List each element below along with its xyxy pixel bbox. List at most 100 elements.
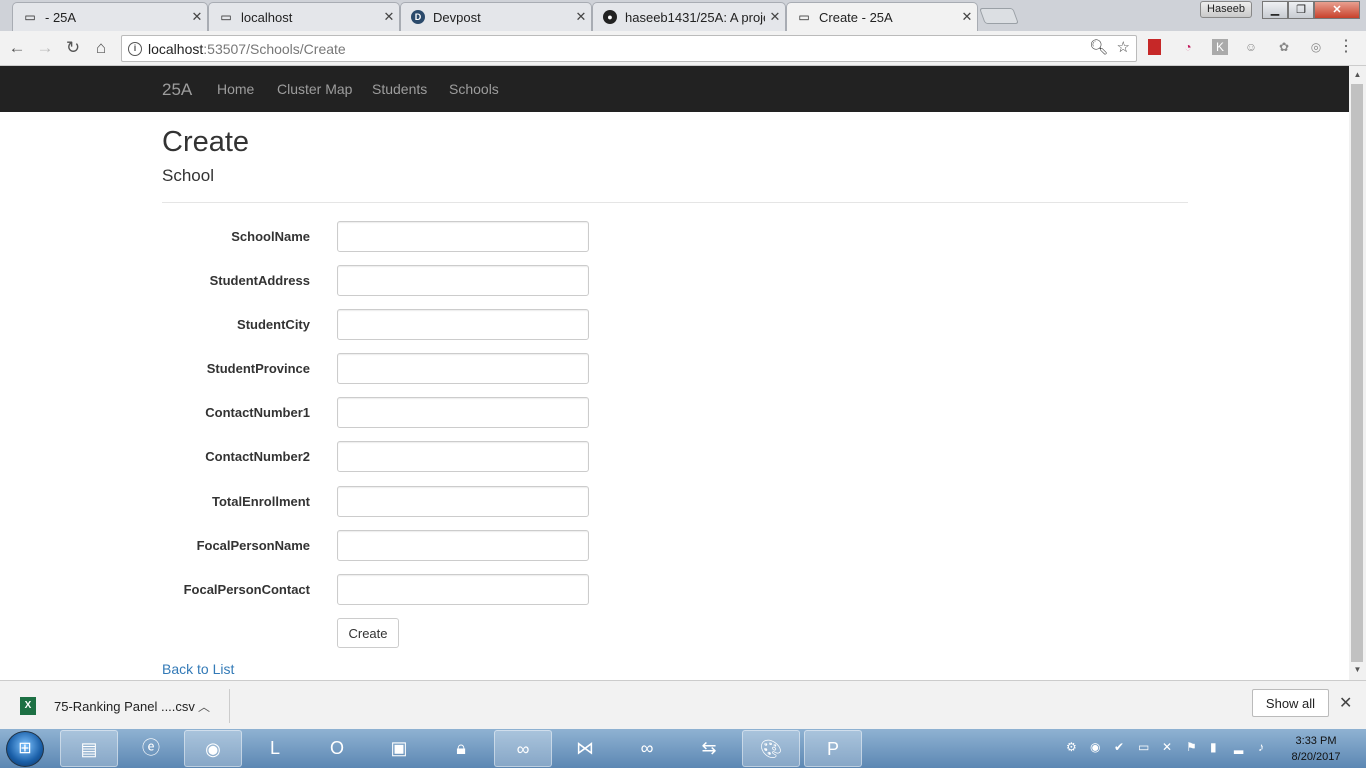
nav-link-cluster-map[interactable]: Cluster Map xyxy=(277,81,352,97)
minimize-button[interactable]: ▁ xyxy=(1262,1,1288,19)
scrollbar-thumb[interactable] xyxy=(1351,84,1363,662)
studentaddress-input[interactable] xyxy=(337,265,589,296)
paint-icon[interactable]: 🎨︎ xyxy=(742,730,800,767)
navbar-brand[interactable]: 25A xyxy=(162,80,192,100)
show-all-button[interactable]: Show all xyxy=(1252,689,1329,717)
windows-taskbar: ⊞ ▤ ⓔ ◉ L O ▣ 🔒︎ ∞ ⋈ ∞ ⇆ 🎨︎ P ⚙ ◉ ✔ ▭ ✕ … xyxy=(0,729,1366,768)
extension-icon[interactable]: ◔ xyxy=(1180,39,1196,55)
contactnumber2-input[interactable] xyxy=(337,441,589,472)
visual-studio-icon[interactable]: ∞ xyxy=(494,730,552,767)
contactnumber1-input[interactable] xyxy=(337,397,589,428)
field-label: FocalPersonName xyxy=(196,538,310,553)
network-tool-icon[interactable]: ⇆ xyxy=(680,730,738,767)
keepass-icon[interactable]: 🔒︎ xyxy=(432,730,490,767)
focalpersoncontact-input[interactable] xyxy=(337,574,589,605)
address-bar[interactable]: i localhost:53507/Schools/Create 🔍︎ ☆ xyxy=(121,35,1137,62)
form-group-totalenrollment: TotalEnrollment xyxy=(162,486,592,518)
windows-logo-icon: ⊞ xyxy=(18,740,32,757)
visual-studio-icon[interactable]: ∞ xyxy=(618,730,676,767)
file-explorer-icon[interactable]: ▤ xyxy=(60,730,118,767)
download-item[interactable]: X 75-Ranking Panel ....csv ︿ xyxy=(14,689,230,723)
reload-icon[interactable]: ↻ xyxy=(62,37,84,59)
profile-button[interactable]: Haseeb xyxy=(1200,1,1252,18)
field-label: StudentCity xyxy=(237,317,310,332)
close-icon[interactable]: ✕ xyxy=(1339,693,1352,713)
focalpersonname-input[interactable] xyxy=(337,530,589,561)
schoolname-input[interactable] xyxy=(337,221,589,252)
close-icon[interactable]: ✕ xyxy=(957,9,977,25)
window-close-button[interactable]: ✕ xyxy=(1314,1,1360,19)
new-tab-button[interactable] xyxy=(979,8,1019,24)
scroll-down-icon[interactable]: ▼ xyxy=(1349,663,1366,677)
totalenrollment-input[interactable] xyxy=(337,486,589,517)
signal-icon[interactable]: ▂ xyxy=(1234,740,1243,754)
excel-file-icon: X xyxy=(20,697,36,715)
form-group-contactnumber2: ContactNumber2 xyxy=(162,441,592,473)
battery-icon[interactable]: ▮ xyxy=(1210,740,1217,754)
tray-icon[interactable]: ✕ xyxy=(1162,740,1172,754)
divider xyxy=(162,202,1188,203)
close-icon[interactable]: ✕ xyxy=(379,9,399,25)
browser-tab[interactable]: ▭ localhost ✕ xyxy=(208,2,400,31)
form-group-studentprovince: StudentProvince xyxy=(162,353,592,385)
browser-tab[interactable]: ▭ - 25A ✕ xyxy=(12,2,208,31)
system-clock[interactable]: 3:33 PM 8/20/2017 xyxy=(1284,733,1348,765)
extension-icon[interactable]: ✿ xyxy=(1276,39,1292,55)
field-label: StudentProvince xyxy=(206,361,310,376)
back-to-list-link[interactable]: Back to List xyxy=(162,661,234,677)
form-group-schoolname: SchoolName xyxy=(162,221,592,253)
bookmark-star-icon[interactable]: ☆ xyxy=(1117,39,1130,56)
zoom-icon[interactable]: 🔍︎ xyxy=(1089,39,1108,56)
volume-icon[interactable]: ♪ xyxy=(1258,740,1264,754)
tray-icon[interactable]: ⚙ xyxy=(1066,740,1077,754)
menu-icon[interactable]: ⋮ xyxy=(1338,39,1354,55)
vs-code-icon[interactable]: ⋈ xyxy=(556,730,614,767)
remote-desktop-icon[interactable]: ▣ xyxy=(370,730,428,767)
field-label: SchoolName xyxy=(231,229,310,244)
close-icon[interactable]: ✕ xyxy=(765,9,785,25)
extension-icon[interactable]: ◎ xyxy=(1308,39,1324,55)
internet-explorer-icon[interactable]: ⓔ xyxy=(122,730,180,767)
extension-icon[interactable] xyxy=(1148,39,1161,55)
tray-icon[interactable]: ✔ xyxy=(1114,740,1124,754)
lync-icon[interactable]: L xyxy=(246,730,304,767)
display-icon[interactable]: ▭ xyxy=(1138,740,1149,754)
extension-icon[interactable]: ☺ xyxy=(1243,39,1259,55)
info-icon[interactable]: i xyxy=(128,41,142,56)
studentcity-input[interactable] xyxy=(337,309,589,340)
studentprovince-input[interactable] xyxy=(337,353,589,384)
forward-arrow-icon[interactable]: → xyxy=(34,37,56,59)
browser-tab-strip: ▭ - 25A ✕ ▭ localhost ✕ D Devpost ✕ ● ha… xyxy=(0,0,1366,31)
close-icon[interactable]: ✕ xyxy=(187,9,207,25)
browser-tab-active[interactable]: ▭ Create - 25A ✕ xyxy=(786,2,978,31)
browser-tab[interactable]: D Devpost ✕ xyxy=(400,2,592,31)
field-label: StudentAddress xyxy=(209,273,310,288)
start-button[interactable]: ⊞ xyxy=(6,731,44,767)
back-arrow-icon[interactable]: ← xyxy=(6,37,28,59)
outlook-icon[interactable]: O xyxy=(308,730,366,767)
extension-icon[interactable]: K xyxy=(1212,39,1228,55)
nav-link-schools[interactable]: Schools xyxy=(449,81,499,97)
chrome-icon[interactable]: ◉ xyxy=(184,730,242,767)
page-icon: ▭ xyxy=(24,10,36,24)
close-icon[interactable]: ✕ xyxy=(571,9,591,25)
page-title: Create xyxy=(162,126,250,158)
browser-tab[interactable]: ● haseeb1431/25A: A proje ✕ xyxy=(592,2,786,31)
chevron-up-icon[interactable]: ︿ xyxy=(195,698,213,715)
field-label: ContactNumber1 xyxy=(205,405,310,420)
github-icon: ● xyxy=(603,10,617,24)
form-group-contactnumber1: ContactNumber1 xyxy=(162,397,592,429)
nav-link-home[interactable]: Home xyxy=(217,81,254,97)
nav-link-students[interactable]: Students xyxy=(372,81,427,97)
scroll-up-icon[interactable]: ▲ xyxy=(1349,68,1366,82)
form-group-focalpersoncontact: FocalPersonContact xyxy=(162,574,592,606)
home-icon[interactable]: ⌂ xyxy=(90,37,112,59)
page-scrollbar[interactable]: ▲ ▼ xyxy=(1349,66,1366,680)
flag-icon[interactable]: ⚑ xyxy=(1186,740,1197,754)
create-button[interactable]: Create xyxy=(337,618,399,648)
chrome-tray-icon[interactable]: ◉ xyxy=(1090,740,1100,754)
powerpoint-icon[interactable]: P xyxy=(804,730,862,767)
download-shelf: X 75-Ranking Panel ....csv ︿ Show all ✕ xyxy=(0,680,1366,729)
page-icon: ▭ xyxy=(798,10,810,24)
maximize-button[interactable]: ❐ xyxy=(1288,1,1314,19)
